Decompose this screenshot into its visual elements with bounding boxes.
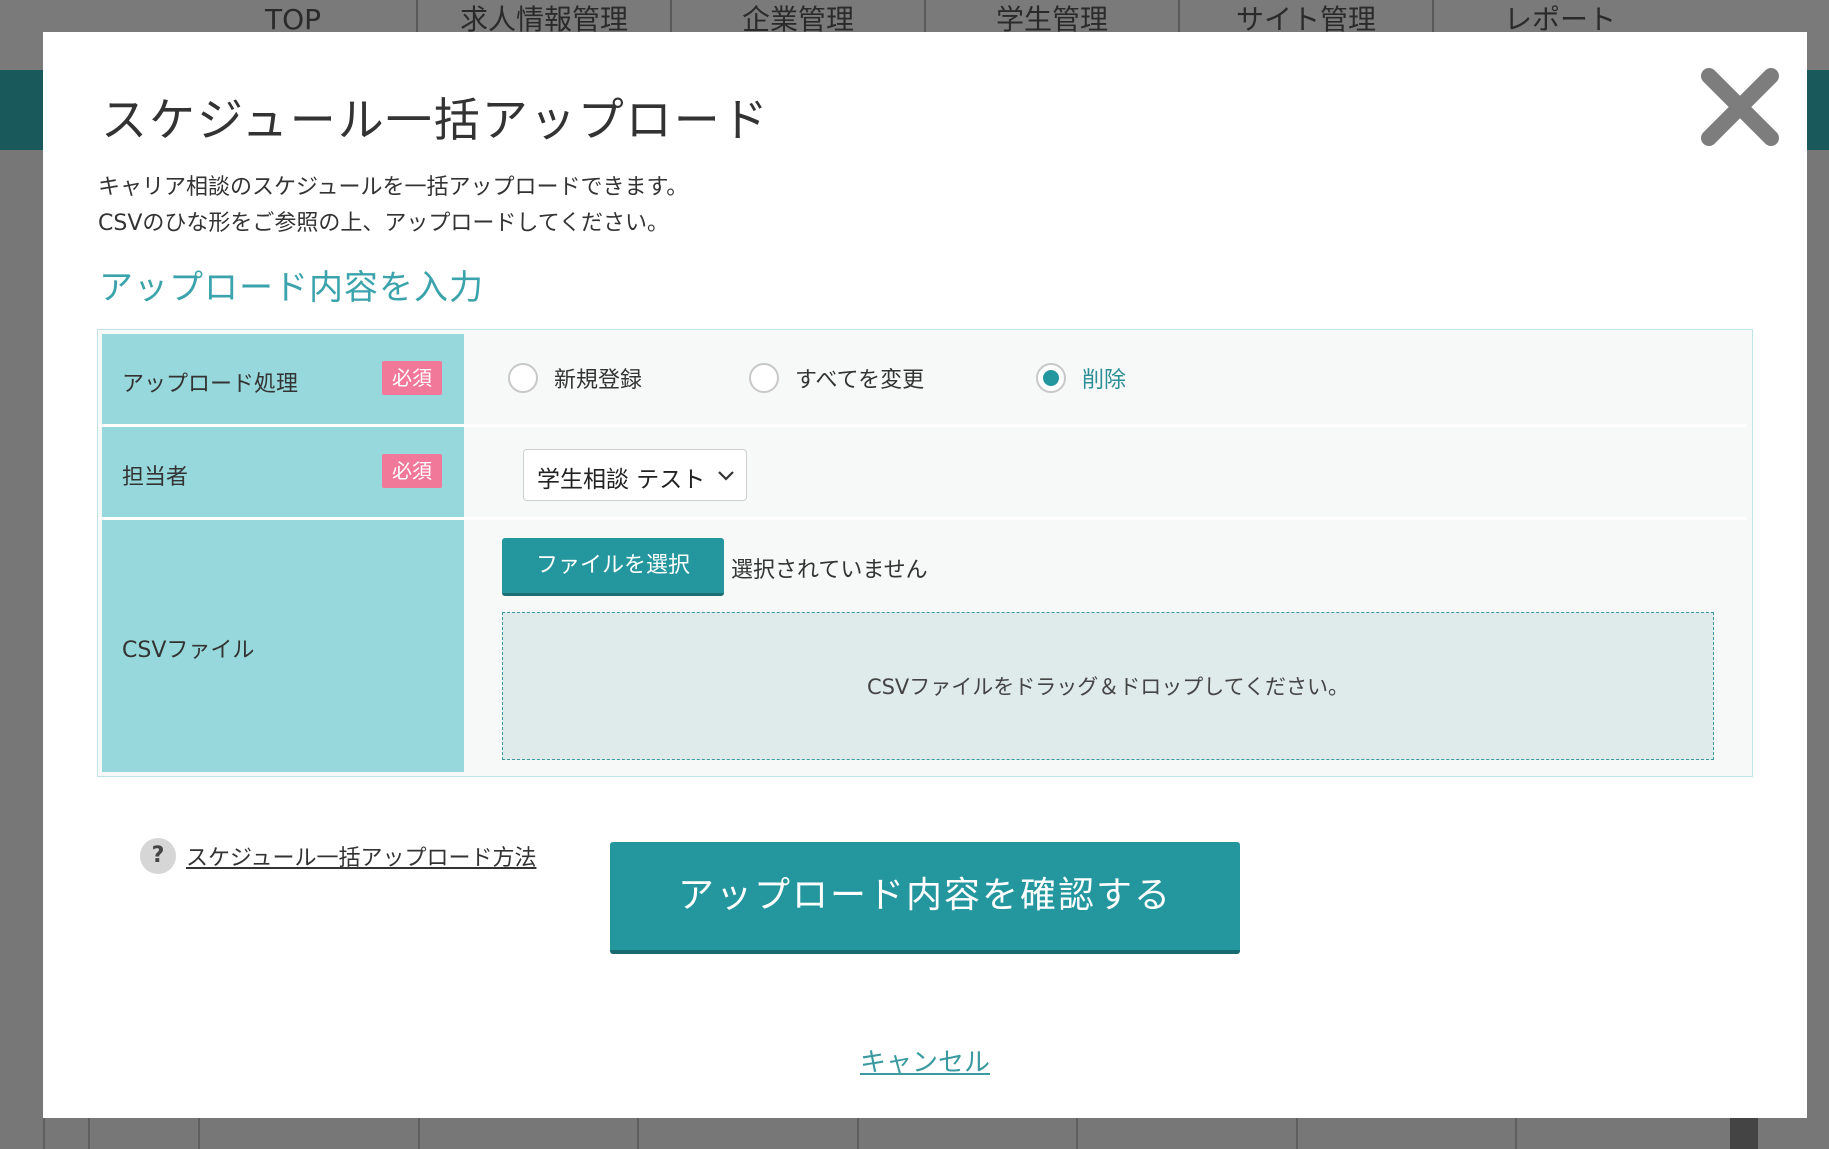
background-grid-line: [1515, 1118, 1517, 1149]
close-button[interactable]: [1697, 64, 1783, 150]
person-in-charge-label: 担当者: [122, 465, 189, 490]
radio-label: すべてを変更: [795, 368, 925, 393]
radio-button[interactable]: [749, 363, 779, 393]
background-grid-line: [857, 1118, 859, 1149]
radio-delete[interactable]: 削除: [1036, 362, 1126, 394]
question-icon: ?: [140, 838, 176, 874]
description-line: CSVのひな形をご参照の上、アップロードしてください。: [98, 211, 670, 236]
modal-description: キャリア相談のスケジュールを一括アップロードできます。 CSVのひな形をご参照の…: [98, 170, 688, 242]
background-scroll-thumb: [1730, 1118, 1758, 1149]
chevron-down-icon: [718, 471, 734, 481]
radio-button-checked[interactable]: [1036, 363, 1066, 393]
row-label-cell: 担当者 必須: [102, 427, 464, 517]
file-status: 選択されていません: [731, 558, 928, 583]
confirm-upload-button[interactable]: アップロード内容を確認する: [610, 842, 1240, 954]
radio-new-registration[interactable]: 新規登録: [508, 362, 642, 394]
required-badge: 必須: [382, 454, 442, 488]
dropzone-text: CSVファイルをドラッグ＆ドロップしてください。: [866, 675, 1350, 699]
help-link[interactable]: ? スケジュール一括アップロード方法: [140, 838, 536, 874]
required-badge: 必須: [382, 361, 442, 395]
cancel-link-text[interactable]: キャンセル: [860, 1048, 990, 1078]
row-label-cell: CSVファイル: [102, 520, 464, 772]
csv-file-label: CSVファイル: [122, 638, 255, 663]
row-label-cell: アップロード処理 必須: [102, 334, 464, 424]
section-heading: アップロード内容を入力: [99, 268, 484, 308]
background-grid-line: [1296, 1118, 1298, 1149]
csv-dropzone[interactable]: CSVファイルをドラッグ＆ドロップしてください。: [502, 612, 1714, 760]
cancel-link[interactable]: キャンセル: [43, 1042, 1807, 1079]
radio-change-all[interactable]: すべてを変更: [749, 362, 924, 394]
background-grid-line: [418, 1118, 420, 1149]
radio-button[interactable]: [508, 363, 538, 393]
close-icon: [1701, 68, 1779, 146]
background-grid-line: [198, 1118, 200, 1149]
form-row-upload-process: アップロード処理 必須 新規登録 すべてを変更 削除: [102, 334, 1750, 424]
select-value: 学生相談 テスト: [537, 467, 706, 493]
background-grid-line: [637, 1118, 639, 1149]
choose-file-button[interactable]: ファイルを選択: [502, 538, 724, 596]
background-grid-line: [1076, 1118, 1078, 1149]
radio-label: 新規登録: [554, 368, 643, 393]
upload-process-label: アップロード処理: [122, 372, 299, 397]
description-line: キャリア相談のスケジュールを一括アップロードできます。: [98, 175, 689, 200]
upload-form: アップロード処理 必須 新規登録 すべてを変更 削除 担当者 必須 学生相談 テ…: [97, 329, 1753, 777]
form-row-csv-file: CSVファイル ファイルを選択 選択されていません CSVファイルをドラッグ＆ド…: [102, 520, 1750, 772]
form-row-person-in-charge: 担当者 必須 学生相談 テスト: [102, 427, 1750, 517]
person-in-charge-select[interactable]: 学生相談 テスト: [523, 449, 747, 501]
background-grid-line: [43, 1118, 45, 1149]
background-grid-line: [88, 1118, 90, 1149]
upload-modal: スケジュール一括アップロード キャリア相談のスケジュールを一括アップロードできま…: [43, 32, 1807, 1118]
modal-title: スケジュール一括アップロード: [101, 93, 770, 147]
help-link-text[interactable]: スケジュール一括アップロード方法: [186, 840, 536, 872]
radio-label: 削除: [1082, 368, 1127, 393]
